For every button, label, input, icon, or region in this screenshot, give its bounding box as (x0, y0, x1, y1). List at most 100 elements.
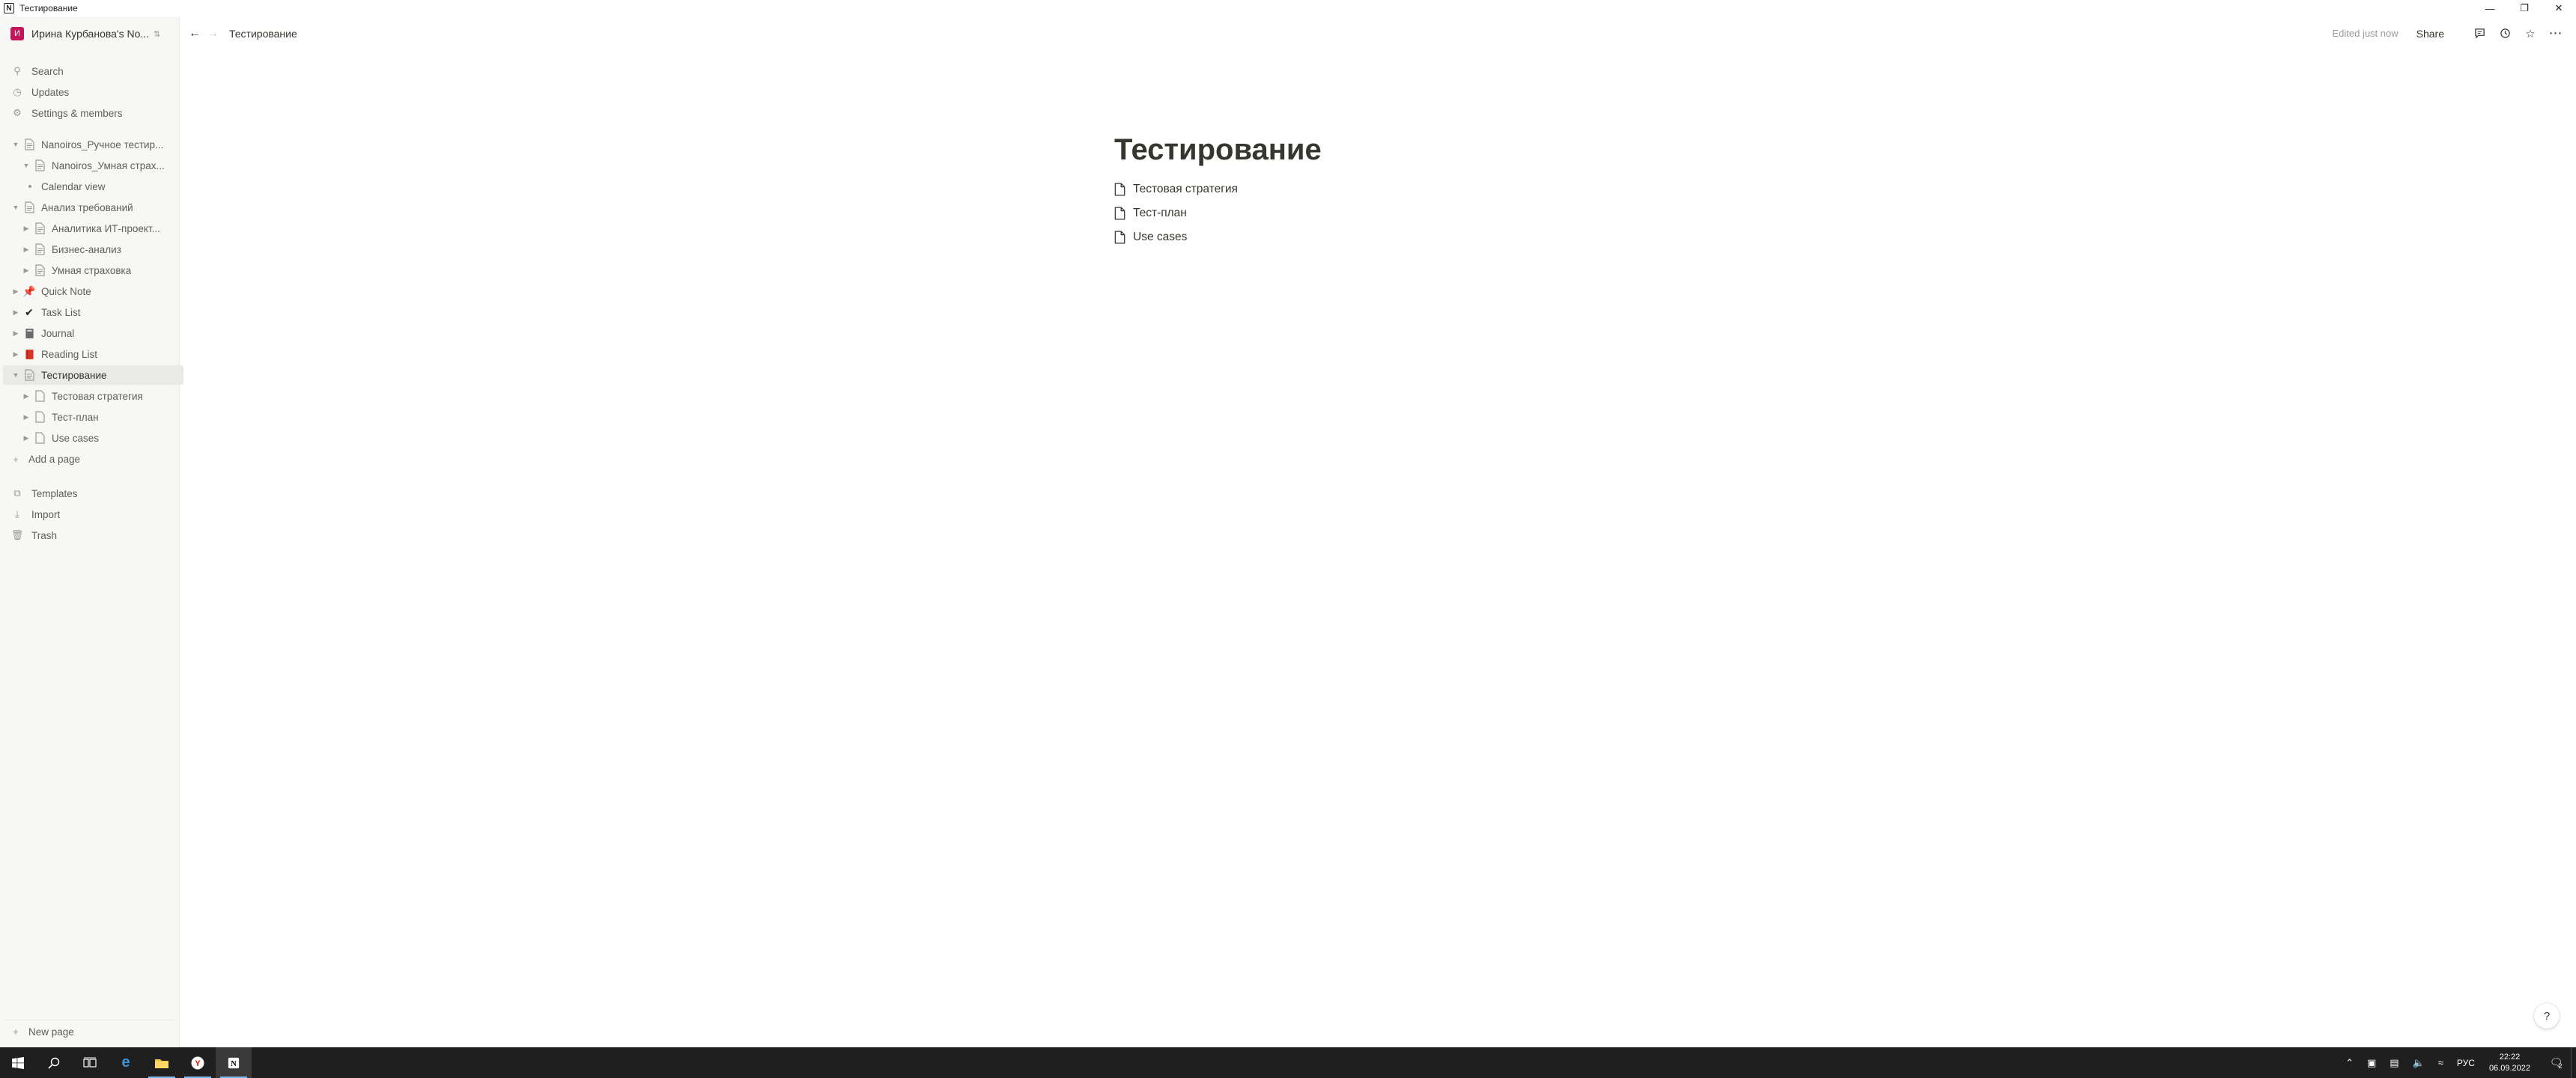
sidebar-item-settings[interactable]: ⚙ Settings & members (3, 103, 176, 123)
back-arrow-icon[interactable]: ← (189, 27, 201, 40)
file-explorer-icon[interactable] (144, 1047, 180, 1078)
sidebar-page-test-plan[interactable]: ▶ Тест-план (3, 407, 194, 427)
sidebar-page-business-analysis[interactable]: ▶ Бизнес-анализ (3, 240, 194, 259)
expand-triangle-icon[interactable]: ▼ (10, 371, 21, 379)
sidebar-item-label: Journal (41, 327, 75, 339)
clock-date: 06.09.2022 (2488, 1063, 2530, 1073)
expand-triangle-icon[interactable]: ▶ (10, 308, 21, 317)
page-icon (34, 222, 45, 235)
child-page-link[interactable]: Тестовая стратегия (1114, 180, 1238, 199)
minimize-button[interactable]: — (2473, 0, 2507, 16)
expand-triangle-icon[interactable]: ▶ (21, 413, 31, 421)
sidebar-page-it-analytics[interactable]: ▶ Аналитика ИТ-проект... (3, 219, 194, 238)
sidebar-page-nanoiros-manual[interactable]: ▼ Nanoiros_Ручное тестир... (3, 135, 183, 154)
share-button[interactable]: Share (2416, 28, 2444, 40)
network-tray-icon[interactable]: ▣ (2367, 1057, 2376, 1069)
forward-arrow-icon[interactable]: → (207, 27, 219, 40)
expand-triangle-icon[interactable]: ▼ (10, 204, 21, 211)
child-page-link[interactable]: Тест-план (1114, 204, 1187, 223)
edge-browser-icon[interactable]: e (108, 1047, 144, 1078)
checkmark-icon: ✔ (25, 305, 34, 318)
ethernet-icon[interactable]: ▤ (2390, 1057, 2399, 1069)
sidebar-item-trash[interactable]: 🗑 Trash (3, 526, 176, 545)
notification-count: 2 (2558, 1062, 2563, 1070)
expand-triangle-icon[interactable]: ▶ (21, 392, 31, 401)
add-page-button[interactable]: + Add a page (3, 449, 176, 469)
workspace-avatar: И (10, 27, 24, 40)
help-button[interactable]: ? (2534, 1003, 2560, 1029)
sidebar-page-journal[interactable]: ▶ Journal (3, 323, 183, 343)
page-icon (24, 201, 34, 214)
sidebar-item-templates[interactable]: ⧉ Templates (3, 484, 176, 503)
windows-logo-icon (12, 1056, 24, 1069)
volume-icon[interactable]: 🔈 (2413, 1057, 2425, 1069)
topbar-actions: Edited just now Share ☆ ⋯ (2332, 16, 2564, 50)
sidebar-page-use-cases[interactable]: ▶ Use cases (3, 428, 194, 448)
page-icon (34, 390, 45, 403)
task-view-icon[interactable] (72, 1047, 108, 1078)
expand-triangle-icon[interactable]: ▶ (21, 246, 31, 254)
expand-triangle-icon[interactable]: ▶ (21, 225, 31, 233)
expand-triangle-icon[interactable]: ▼ (10, 141, 21, 148)
templates-icon: ⧉ (13, 487, 21, 499)
search-icon: ⚲ (13, 65, 21, 76)
chevron-up-icon[interactable]: ⌃ (2345, 1057, 2354, 1069)
page-icon (34, 243, 45, 256)
child-page-label: Тестовая стратегия (1133, 183, 1238, 195)
sidebar-page-testing[interactable]: ▼ Тестирование (3, 365, 183, 385)
breadcrumb[interactable]: Тестирование (229, 28, 297, 40)
workspace-switcher[interactable]: И Ирина Курбанова's No... ⇅ (7, 24, 172, 43)
expand-triangle-icon[interactable]: ▶ (21, 267, 31, 275)
history-clock-icon[interactable] (2497, 25, 2513, 42)
close-button[interactable]: ✕ (2542, 0, 2576, 16)
page-title[interactable]: Тестирование (1114, 133, 1322, 167)
expand-triangle-icon[interactable]: ▶ (21, 434, 31, 442)
sidebar-page-nanoiros-smart[interactable]: ▼ Nanoiros_Умная страх... (3, 156, 194, 175)
trash-icon: 🗑 (10, 529, 24, 540)
sidebar-page-requirements-analysis[interactable]: ▼ Анализ требований (3, 198, 183, 217)
child-page-label: Use cases (1133, 231, 1188, 243)
search-icon[interactable] (36, 1047, 72, 1078)
page-icon (34, 159, 45, 172)
page-icon (34, 411, 45, 424)
more-options-icon[interactable]: ⋯ (2548, 25, 2564, 42)
sidebar-page-reading-list[interactable]: ▶ Reading List (3, 344, 183, 364)
start-button[interactable] (0, 1047, 36, 1078)
expand-triangle-icon[interactable]: ▶ (10, 350, 21, 359)
page-icon (24, 369, 34, 382)
sidebar-item-label: Nanoiros_Умная страх... (52, 159, 165, 171)
import-icon: ⤓ (15, 508, 19, 520)
sidebar-item-updates[interactable]: ◷ Updates (3, 82, 176, 102)
workspace-name: Ирина Курбанова's No... (31, 28, 150, 40)
sidebar-page-quick-note[interactable]: ▶ 📌 Quick Note (3, 281, 183, 301)
expand-triangle-icon[interactable]: ▶ (10, 287, 21, 296)
clock-icon: ◷ (13, 86, 22, 97)
sidebar-item-label: Import (31, 508, 61, 520)
sidebar-item-search[interactable]: ⚲ Search (3, 61, 176, 81)
new-page-button[interactable]: + New page (3, 1020, 176, 1043)
restore-button[interactable]: ❐ (2507, 0, 2542, 16)
expand-triangle-icon[interactable]: ▶ (10, 329, 21, 338)
sidebar-item-import[interactable]: ⤓ Import (3, 505, 176, 524)
child-page-link[interactable]: Use cases (1114, 228, 1187, 247)
sidebar-page-task-list[interactable]: ▶ ✔ Task List (3, 302, 183, 322)
wifi-icon[interactable]: ≈ (2438, 1057, 2443, 1068)
notion-app-icon: N (4, 3, 14, 13)
sidebar-page-test-strategy[interactable]: ▶ Тестовая стратегия (3, 386, 194, 406)
comment-icon[interactable] (2471, 25, 2488, 42)
yandex-browser-icon[interactable]: Y (180, 1047, 216, 1078)
sidebar-page-smart-insurance[interactable]: ▶ Умная страховка (3, 261, 194, 280)
sidebar-item-label: Тест-план (52, 411, 99, 423)
notification-center-button[interactable]: 🗨 2 (2541, 1047, 2571, 1078)
sidebar-item-calendar-view[interactable]: Calendar view (3, 177, 194, 196)
show-desktop-button[interactable] (2571, 1047, 2576, 1078)
favorite-star-icon[interactable]: ☆ (2522, 25, 2539, 42)
sidebar-item-label: Тестирование (41, 369, 107, 381)
notion-taskbar-icon[interactable]: N (216, 1047, 252, 1078)
clock[interactable]: 22:22 06.09.2022 (2489, 1052, 2530, 1074)
language-indicator[interactable]: РУС (2457, 1058, 2475, 1068)
plus-icon: + (13, 1026, 19, 1038)
pushpin-icon: 📌 (22, 284, 36, 297)
sidebar-item-label: Updates (31, 86, 70, 98)
expand-triangle-icon[interactable]: ▼ (21, 162, 31, 169)
